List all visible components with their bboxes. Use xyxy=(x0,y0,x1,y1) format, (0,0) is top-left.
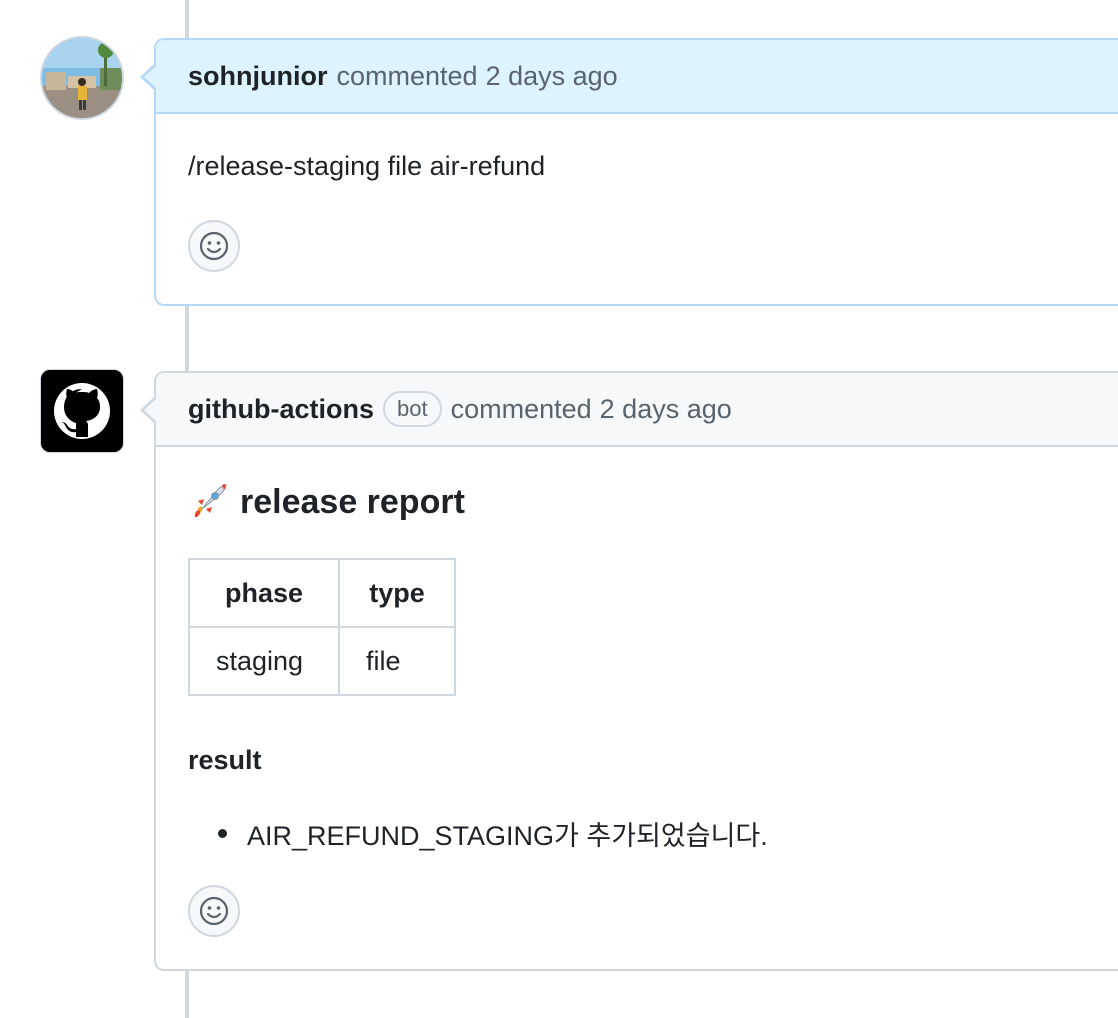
table-header-type: type xyxy=(338,558,456,628)
comment-timestamp-link[interactable]: 2 days ago xyxy=(486,61,618,92)
result-list: AIR_REFUND_STAGING가 추가되었습니다. xyxy=(188,814,768,853)
table-row: staging file xyxy=(188,626,456,696)
smiley-icon xyxy=(199,896,229,926)
bot-badge: bot xyxy=(382,391,442,427)
comment-header: github-actions bot commented 2 days ago xyxy=(156,373,1118,447)
user-avatar[interactable] xyxy=(40,36,124,120)
table-header-phase: phase xyxy=(188,558,340,628)
table-cell-type: file xyxy=(338,626,456,696)
comment-github-actions: github-actions bot commented 2 days ago … xyxy=(140,371,1118,971)
table-cell-phase: staging xyxy=(188,626,340,696)
report-heading: release report xyxy=(188,481,465,523)
comment-sohnjunior: sohnjunior commented 2 days ago /release… xyxy=(140,38,1118,306)
bullet-icon xyxy=(218,829,227,838)
comment-action: commented xyxy=(336,60,478,91)
comment-caret-fill xyxy=(144,66,156,88)
report-title: release report xyxy=(240,482,465,521)
add-reaction-button[interactable] xyxy=(188,885,240,937)
smiley-icon xyxy=(199,231,229,261)
result-heading: result xyxy=(188,745,262,775)
comment-timestamp-link[interactable]: 2 days ago xyxy=(600,394,732,425)
rocket-icon xyxy=(188,481,230,523)
list-item: AIR_REFUND_STAGING가 추가되었습니다. xyxy=(188,814,768,853)
table-header-row: phase type xyxy=(188,558,456,628)
comment-header: sohnjunior commented 2 days ago xyxy=(156,40,1118,114)
comment-author-link[interactable]: github-actions xyxy=(188,394,374,425)
result-item-text: AIR_REFUND_STAGING가 추가되었습니다. xyxy=(247,821,768,851)
report-table: phase type staging file xyxy=(188,558,456,696)
comment-body: /release-staging file air-refund xyxy=(188,151,546,181)
comment-caret-fill xyxy=(144,399,156,421)
comment-author-link[interactable]: sohnjunior xyxy=(188,61,327,92)
user-photo-avatar xyxy=(42,38,122,118)
comment-action: commented xyxy=(450,393,592,424)
github-octocat-icon xyxy=(54,383,110,439)
issue-timeline: sohnjunior commented 2 days ago /release… xyxy=(0,0,1118,1018)
github-actions-avatar[interactable] xyxy=(40,369,124,453)
add-reaction-button[interactable] xyxy=(188,220,240,272)
